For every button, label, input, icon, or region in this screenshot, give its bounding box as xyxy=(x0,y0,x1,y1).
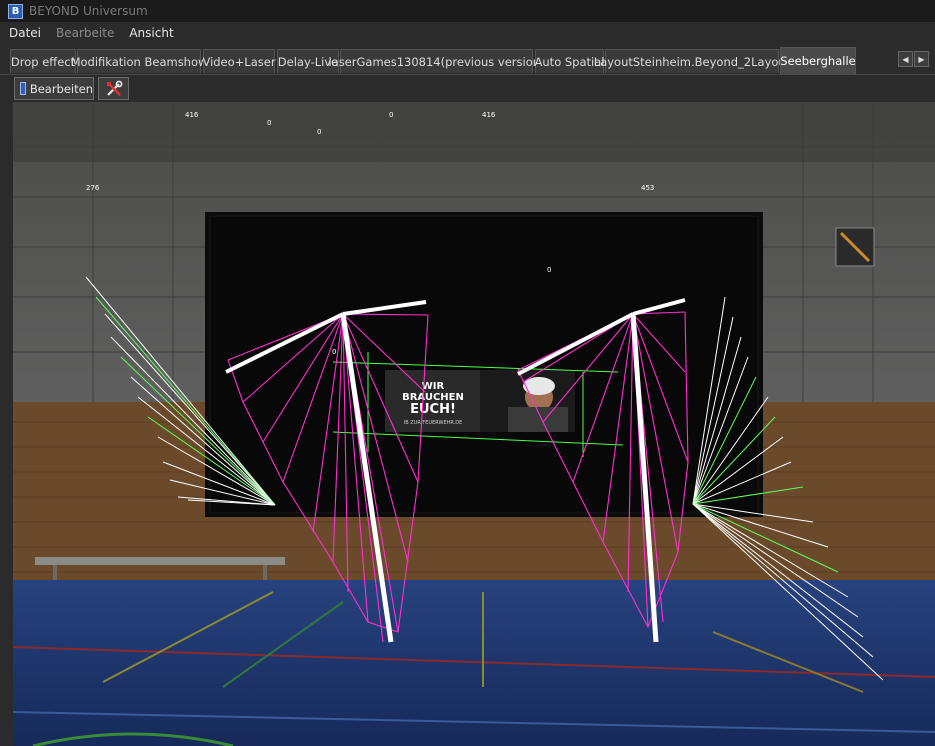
projector-label[interactable]: 0 xyxy=(547,266,551,274)
video-line-1: WIR xyxy=(422,381,445,392)
video-line-3: EUCH! xyxy=(410,402,456,417)
ceiling-band xyxy=(13,102,935,162)
video-line-4: IB ZUR FEUERWEHR.DE xyxy=(404,420,463,426)
projector-label[interactable]: 453 xyxy=(641,184,654,192)
menu-bar: Datei Bearbeite Ansicht xyxy=(0,22,935,44)
tools-button[interactable] xyxy=(98,77,129,100)
menu-bearbeite[interactable]: Bearbeite xyxy=(50,26,120,40)
tab-seeberghalle[interactable]: Seeberghalle xyxy=(780,47,856,74)
edit-button-label: Bearbeiten xyxy=(29,81,93,96)
menu-datei[interactable]: Datei xyxy=(3,26,47,40)
left-gutter xyxy=(0,102,13,746)
scene-viewport[interactable]: WIR BRAUCHEN EUCH! IB ZUR FEUERWEHR.DE 4… xyxy=(13,102,935,746)
menu-ansicht[interactable]: Ansicht xyxy=(123,26,179,40)
app-title: BEYOND Universum xyxy=(29,4,148,18)
tab-drop-effect[interactable]: Drop effect xyxy=(10,49,76,73)
scene-canvas[interactable]: WIR BRAUCHEN EUCH! IB ZUR FEUERWEHR.DE xyxy=(13,102,935,746)
projector-label[interactable]: 0 xyxy=(317,128,321,136)
screen-surface xyxy=(209,215,759,514)
edit-icon xyxy=(20,82,26,95)
tools-icon xyxy=(106,80,122,96)
toolbar: Bearbeiten xyxy=(0,75,935,103)
chevron-left-icon[interactable]: ◀ xyxy=(898,51,913,67)
projector-label[interactable]: 276 xyxy=(86,184,99,192)
edit-button[interactable]: Bearbeiten xyxy=(14,77,94,100)
bench xyxy=(35,557,285,565)
tab-layout-steinheim[interactable]: LayoutSteinheim.Beyond_2Layout xyxy=(594,49,790,73)
projector-label[interactable]: 416 xyxy=(482,111,495,119)
video-helmet xyxy=(523,377,555,395)
beyond-logo-icon: B xyxy=(8,3,23,19)
projector-label[interactable]: 0 xyxy=(267,119,271,127)
tab-video-laser[interactable]: Video+Laser xyxy=(202,49,276,73)
tab-lasergames[interactable]: laserGames130814(previous version) xyxy=(328,49,545,73)
chevron-right-icon[interactable]: ▶ xyxy=(914,51,929,67)
tab-bar: Drop effect Modifikation Beamshow Video+… xyxy=(0,44,935,75)
projector-label[interactable]: 416 xyxy=(185,111,198,119)
projector-label[interactable]: 0 xyxy=(332,348,336,356)
tab-modifikation-beamshow[interactable]: Modifikation Beamshow xyxy=(71,49,207,73)
title-bar: B BEYOND Universum xyxy=(0,0,935,22)
projector-label[interactable]: 0 xyxy=(389,111,393,119)
